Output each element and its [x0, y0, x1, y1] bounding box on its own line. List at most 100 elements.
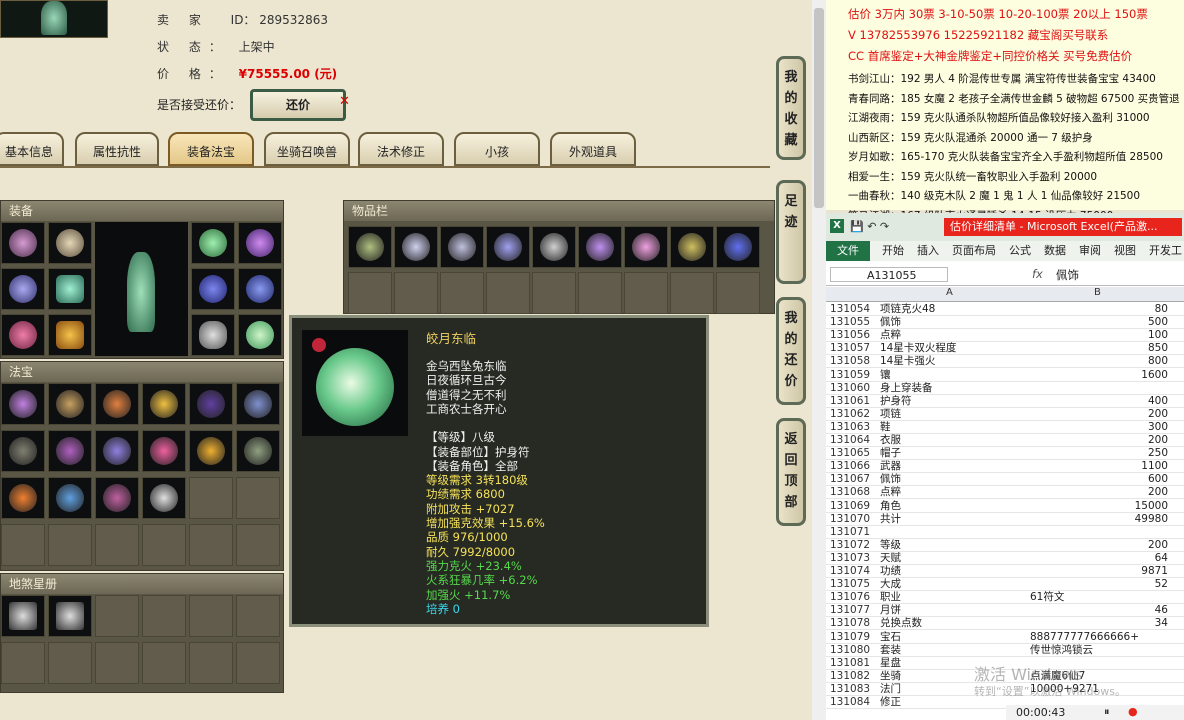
file-tab[interactable]: 文件: [826, 241, 870, 261]
treasure-slot[interactable]: [236, 383, 280, 425]
inventory-slot[interactable]: [716, 226, 760, 268]
treasure-slot[interactable]: [1, 430, 45, 472]
empty-treasure-slot[interactable]: [48, 524, 92, 566]
empty-treasure-slot[interactable]: [1, 524, 45, 566]
cell-a[interactable]: 天赋: [880, 552, 1030, 564]
treasure-slot[interactable]: [189, 383, 233, 425]
empty-inventory-slot[interactable]: [624, 272, 668, 314]
cell-b[interactable]: 80: [1030, 303, 1168, 315]
cell-b[interactable]: 850: [1030, 342, 1168, 354]
cell-b[interactable]: 100: [1030, 329, 1168, 341]
empty-inventory-slot[interactable]: [486, 272, 530, 314]
my-favorites-button[interactable]: 我的收藏: [776, 56, 806, 160]
column-b-header[interactable]: B: [1094, 287, 1101, 298]
cell-b[interactable]: 200: [1030, 408, 1168, 420]
empty-inventory-slot[interactable]: [716, 272, 760, 314]
empty-star-slot[interactable]: [95, 642, 139, 684]
ribbon-tab[interactable]: 视图: [1114, 244, 1136, 257]
table-row[interactable]: 131057 14星卡双火程度 850: [826, 342, 1184, 356]
ribbon-tab[interactable]: 审阅: [1079, 244, 1101, 257]
cell-a[interactable]: 点粹: [880, 329, 1030, 341]
treasure-slot[interactable]: [142, 383, 186, 425]
cell-a[interactable]: 宝石: [880, 631, 1030, 643]
cell-b[interactable]: 200: [1030, 539, 1168, 551]
empty-inventory-slot[interactable]: [440, 272, 484, 314]
empty-star-slot[interactable]: [236, 642, 280, 684]
empty-treasure-slot[interactable]: [189, 524, 233, 566]
treasure-slot[interactable]: [142, 430, 186, 472]
inventory-slot[interactable]: [624, 226, 668, 268]
tab-attributes[interactable]: 属性抗性: [75, 132, 159, 166]
table-row[interactable]: 131071: [826, 526, 1184, 539]
inventory-slot[interactable]: [394, 226, 438, 268]
treasure-slot[interactable]: [1, 383, 45, 425]
equip-slot[interactable]: [191, 268, 235, 310]
table-row[interactable]: 131072 等级 200: [826, 539, 1184, 552]
empty-treasure-slot[interactable]: [142, 524, 186, 566]
cell-b[interactable]: 15000: [1030, 500, 1168, 512]
cell-b[interactable]: 200: [1030, 434, 1168, 446]
treasure-slot[interactable]: [48, 383, 92, 425]
table-row[interactable]: 131074 功绩 9871: [826, 565, 1184, 578]
equip-slot[interactable]: [191, 222, 235, 264]
cell-a[interactable]: 护身符: [880, 395, 1030, 407]
table-row[interactable]: 131062 项链 200: [826, 408, 1184, 421]
cell-a[interactable]: 14星卡强火: [880, 355, 1030, 367]
empty-star-slot[interactable]: [236, 595, 280, 637]
treasure-slot[interactable]: [142, 477, 186, 519]
column-a-header[interactable]: A: [946, 287, 953, 298]
cell-a[interactable]: 功绩: [880, 565, 1030, 577]
empty-star-slot[interactable]: [1, 642, 45, 684]
cell-b[interactable]: 1600: [1030, 369, 1168, 381]
equip-slot[interactable]: [1, 222, 45, 264]
equip-slot[interactable]: [48, 268, 92, 310]
name-box[interactable]: A131055: [830, 267, 948, 282]
quick-access-icons[interactable]: 💾 ↶ ↷: [850, 220, 920, 233]
cell-a[interactable]: 等级: [880, 539, 1030, 551]
star-card-slot[interactable]: [48, 595, 92, 637]
table-row[interactable]: 131070 共计 49980: [826, 513, 1184, 526]
cell-b[interactable]: 200: [1030, 486, 1168, 498]
ribbon-tab[interactable]: 公式: [1009, 244, 1031, 257]
treasure-slot[interactable]: [95, 383, 139, 425]
cell-a[interactable]: 武器: [880, 460, 1030, 472]
cell-b[interactable]: 34: [1030, 617, 1168, 629]
tab-appearance[interactable]: 外观道具: [550, 132, 636, 166]
tab-child[interactable]: 小孩: [454, 132, 540, 166]
cell-a[interactable]: 帽子: [880, 447, 1030, 459]
cell-a[interactable]: 佩饰: [880, 316, 1030, 328]
record-icon[interactable]: ●: [1128, 705, 1138, 718]
tab-spells[interactable]: 法术修正: [358, 132, 444, 166]
cell-a[interactable]: 兑换点数: [880, 617, 1030, 629]
table-row[interactable]: 131069 角色 15000: [826, 500, 1184, 513]
table-row[interactable]: 131059 镶 1600: [826, 369, 1184, 382]
table-row[interactable]: 131075 大成 52: [826, 578, 1184, 592]
treasure-slot[interactable]: [1, 477, 45, 519]
treasure-slot[interactable]: [95, 430, 139, 472]
ribbon-tab[interactable]: 插入: [917, 244, 939, 257]
scrollbar-thumb[interactable]: [814, 8, 824, 208]
table-row[interactable]: 131067 佩饰 600: [826, 473, 1184, 487]
equip-slot[interactable]: [48, 314, 92, 356]
empty-star-slot[interactable]: [189, 595, 233, 637]
star-card-slot[interactable]: [1, 595, 45, 637]
cell-a[interactable]: 镶: [880, 369, 1030, 381]
cell-b[interactable]: 61符文: [1030, 591, 1168, 603]
table-row[interactable]: 131080 套装 传世惊鸿锁云: [826, 644, 1184, 657]
cell-b[interactable]: 1100: [1030, 460, 1168, 472]
equip-slot-hovered[interactable]: [238, 314, 282, 356]
cell-a[interactable]: 月饼: [880, 604, 1030, 616]
treasure-slot[interactable]: [48, 430, 92, 472]
tab-equipment[interactable]: 装备法宝: [168, 132, 254, 166]
cell-a[interactable]: 套装: [880, 644, 1030, 656]
empty-treasure-slot[interactable]: [95, 524, 139, 566]
haggle-button[interactable]: 还价: [250, 89, 346, 121]
cell-a[interactable]: 身上穿装备: [880, 382, 1030, 394]
cell-b[interactable]: 888777777666666+: [1030, 631, 1168, 643]
table-row[interactable]: 131068 点粹 200: [826, 486, 1184, 500]
ribbon-tab[interactable]: 页面布局: [952, 244, 996, 257]
my-haggles-button[interactable]: 我的还价: [776, 297, 806, 405]
empty-inventory-slot[interactable]: [670, 272, 714, 314]
empty-inventory-slot[interactable]: [532, 272, 576, 314]
treasure-slot[interactable]: [48, 477, 92, 519]
